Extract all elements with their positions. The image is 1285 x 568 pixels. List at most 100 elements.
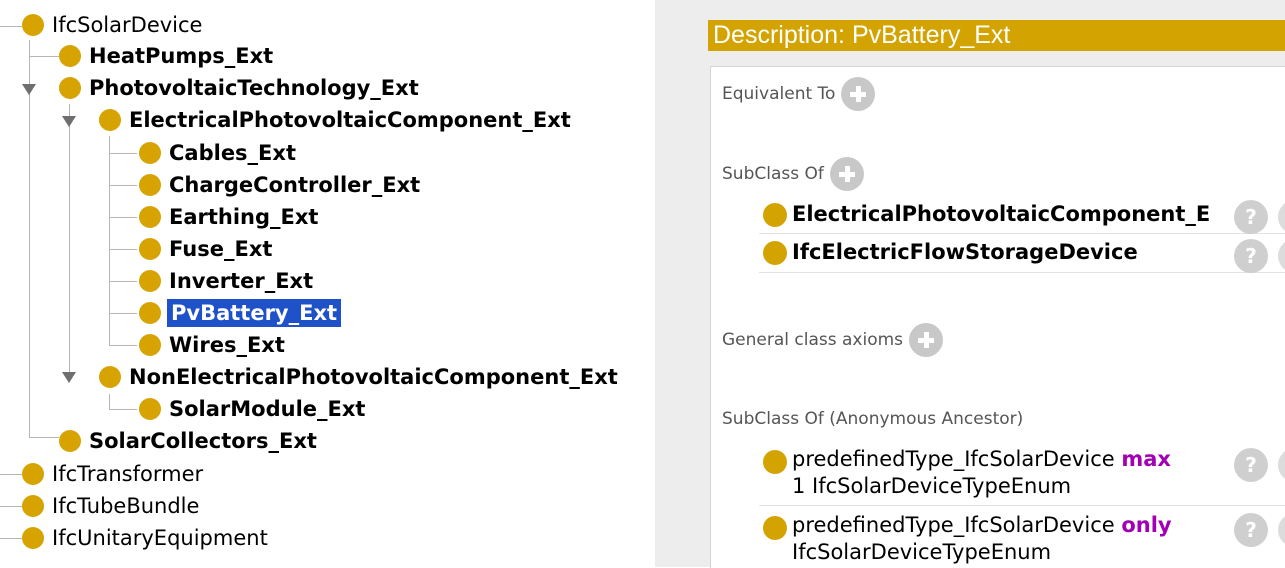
ancestor-row[interactable]: predefinedType_IfcSolarDevice max 1 IfcS… xyxy=(759,443,1285,506)
general-class-axioms-section: General class axioms xyxy=(722,323,944,357)
help-question-icon[interactable]: ? xyxy=(1234,200,1268,234)
tree-line xyxy=(109,153,137,154)
collapse-triangle-icon[interactable] xyxy=(22,84,36,95)
tree-item-solarcollectors-ext[interactable]: SolarCollectors_Ext xyxy=(59,426,317,456)
help-question-icon[interactable]: ? xyxy=(1234,513,1268,547)
tree-item-ifctubebundle[interactable]: IfcTubeBundle xyxy=(22,491,199,521)
tree-item-label: Earthing_Ext xyxy=(169,205,319,229)
tree-line xyxy=(109,281,137,282)
ancestor-expression-line2: IfcSolarDeviceTypeEnum xyxy=(792,540,1052,564)
tree-line xyxy=(69,104,70,376)
tree-line xyxy=(109,345,137,346)
tree-item-label: IfcUnitaryEquipment xyxy=(52,526,268,550)
help-question-icon[interactable]: ? xyxy=(1234,448,1268,482)
property-name: predefinedType_IfcSolarDevice xyxy=(792,447,1115,471)
tree-item-label: IfcTubeBundle xyxy=(52,494,200,518)
subclass-of-section: SubClass Of xyxy=(722,157,864,191)
class-icon xyxy=(763,516,787,540)
subclass-of-text: ElectricalPhotovoltaicComponent_E xyxy=(792,202,1211,226)
section-label: General class axioms xyxy=(722,330,904,350)
tree-line xyxy=(29,40,30,438)
add-equivalent-to-plus-icon[interactable] xyxy=(841,77,876,111)
class-icon xyxy=(763,203,787,227)
tree-item-chargecontroller-ext[interactable]: ChargeController_Ext xyxy=(139,170,420,200)
tree-item-label: NonElectricalPhotovoltaicComponent_Ext xyxy=(129,365,618,389)
tree-item-label: Wires_Ext xyxy=(169,333,285,357)
section-label: SubClass Of xyxy=(722,164,824,184)
tree-item-heatpumps-ext[interactable]: HeatPumps_Ext xyxy=(59,41,273,71)
tree-item-label: ChargeController_Ext xyxy=(169,173,421,197)
collapse-triangle-icon[interactable] xyxy=(62,372,76,383)
edit-circle-icon[interactable] xyxy=(1278,200,1285,234)
tree-item-nonelectricalphotovoltaiccomponent-ext[interactable]: NonElectricalPhotovoltaicComponent_Ext xyxy=(99,362,618,392)
subclass-of-row[interactable]: IfcElectricFlowStorageDevice ? xyxy=(759,234,1285,273)
tree-item-label: Fuse_Ext xyxy=(169,237,273,261)
tree-line xyxy=(29,56,59,57)
tree-item-label: Cables_Ext xyxy=(169,141,296,165)
class-icon xyxy=(22,463,44,485)
tree-item-ifcunitaryequipment[interactable]: IfcUnitaryEquipment xyxy=(22,523,268,553)
tree-item-photovoltaictechnology-ext[interactable]: PhotovoltaicTechnology_Ext xyxy=(59,73,419,103)
tree-line xyxy=(0,506,22,507)
tree-item-label: SolarCollectors_Ext xyxy=(89,429,317,453)
class-icon xyxy=(139,238,161,260)
tree-item-wires-ext[interactable]: Wires_Ext xyxy=(139,330,285,360)
class-icon xyxy=(139,302,161,324)
tree-item-label: SolarModule_Ext xyxy=(169,397,366,421)
class-icon xyxy=(763,241,787,265)
property-name: predefinedType_IfcSolarDevice xyxy=(792,513,1115,537)
tree-item-cables-ext[interactable]: Cables_Ext xyxy=(139,138,296,168)
add-subclass-of-plus-icon[interactable] xyxy=(829,157,864,191)
split-pane-divider[interactable] xyxy=(655,0,685,567)
class-icon xyxy=(139,174,161,196)
tree-item-earthing-ext[interactable]: Earthing_Ext xyxy=(139,202,318,232)
tree-item-label: IfcSolarDevice xyxy=(52,13,203,37)
tree-item-label: PvBattery_Ext xyxy=(167,299,342,327)
section-label: SubClass Of (Anonymous Ancestor) xyxy=(722,409,1024,429)
help-question-icon[interactable]: ? xyxy=(1234,239,1268,273)
section-label: Equivalent To xyxy=(722,84,836,104)
tree-item-ifcsolardevice[interactable]: IfcSolarDevice xyxy=(22,10,202,40)
tree-line xyxy=(109,136,110,346)
tree-item-solarmodule-ext[interactable]: SolarModule_Ext xyxy=(139,394,365,424)
tree-line xyxy=(0,538,22,539)
tree-item-label: ElectricalPhotovoltaicComponent_Ext xyxy=(129,108,571,132)
tree-line xyxy=(109,217,137,218)
description-panel: Description: PvBattery_Ext Equivalent To… xyxy=(685,0,1285,568)
class-icon xyxy=(59,77,81,99)
tree-line xyxy=(109,409,137,410)
ancestor-row[interactable]: predefinedType_IfcSolarDevice only IfcSo… xyxy=(759,506,1285,568)
class-icon xyxy=(139,398,161,420)
collapse-triangle-icon[interactable] xyxy=(62,116,76,127)
class-icon xyxy=(99,109,121,131)
class-icon xyxy=(22,495,44,517)
tree-line xyxy=(109,185,137,186)
description-header: Description: PvBattery_Ext xyxy=(708,20,1285,51)
class-hierarchy-tree: IfcSolarDevice HeatPumps_Ext Photovoltai… xyxy=(0,0,655,567)
tree-item-fuse-ext[interactable]: Fuse_Ext xyxy=(139,234,272,264)
tree-line xyxy=(109,313,137,314)
tree-item-inverter-ext[interactable]: Inverter_Ext xyxy=(139,266,313,296)
description-body: Equivalent To SubClass Of ElectricalPhot… xyxy=(710,66,1285,568)
edit-circle-icon[interactable] xyxy=(1278,513,1285,547)
add-general-class-axiom-plus-icon[interactable] xyxy=(909,323,944,357)
class-icon xyxy=(59,430,81,452)
tree-line xyxy=(0,26,22,27)
tree-item-label: HeatPumps_Ext xyxy=(89,44,274,68)
tree-item-ifctransformer[interactable]: IfcTransformer xyxy=(22,459,203,489)
class-icon xyxy=(22,527,44,549)
tree-item-label: Inverter_Ext xyxy=(169,269,314,293)
equivalent-to-section: Equivalent To xyxy=(722,77,876,111)
ancestor-expression: predefinedType_IfcSolarDevice max xyxy=(792,445,1171,473)
class-icon xyxy=(763,450,787,474)
tree-item-pvbattery-ext-selected[interactable]: PvBattery_Ext xyxy=(139,298,342,328)
tree-item-electricalphotovoltaiccomponent-ext[interactable]: ElectricalPhotovoltaicComponent_Ext xyxy=(99,105,571,135)
edit-circle-icon[interactable] xyxy=(1278,239,1285,273)
subclass-of-row[interactable]: ElectricalPhotovoltaicComponent_E ? xyxy=(759,196,1285,234)
class-icon xyxy=(139,334,161,356)
class-icon xyxy=(139,270,161,292)
edit-circle-icon[interactable] xyxy=(1278,448,1285,482)
restriction-keyword: only xyxy=(1121,513,1172,537)
tree-line xyxy=(109,394,110,410)
tree-line xyxy=(29,437,59,438)
